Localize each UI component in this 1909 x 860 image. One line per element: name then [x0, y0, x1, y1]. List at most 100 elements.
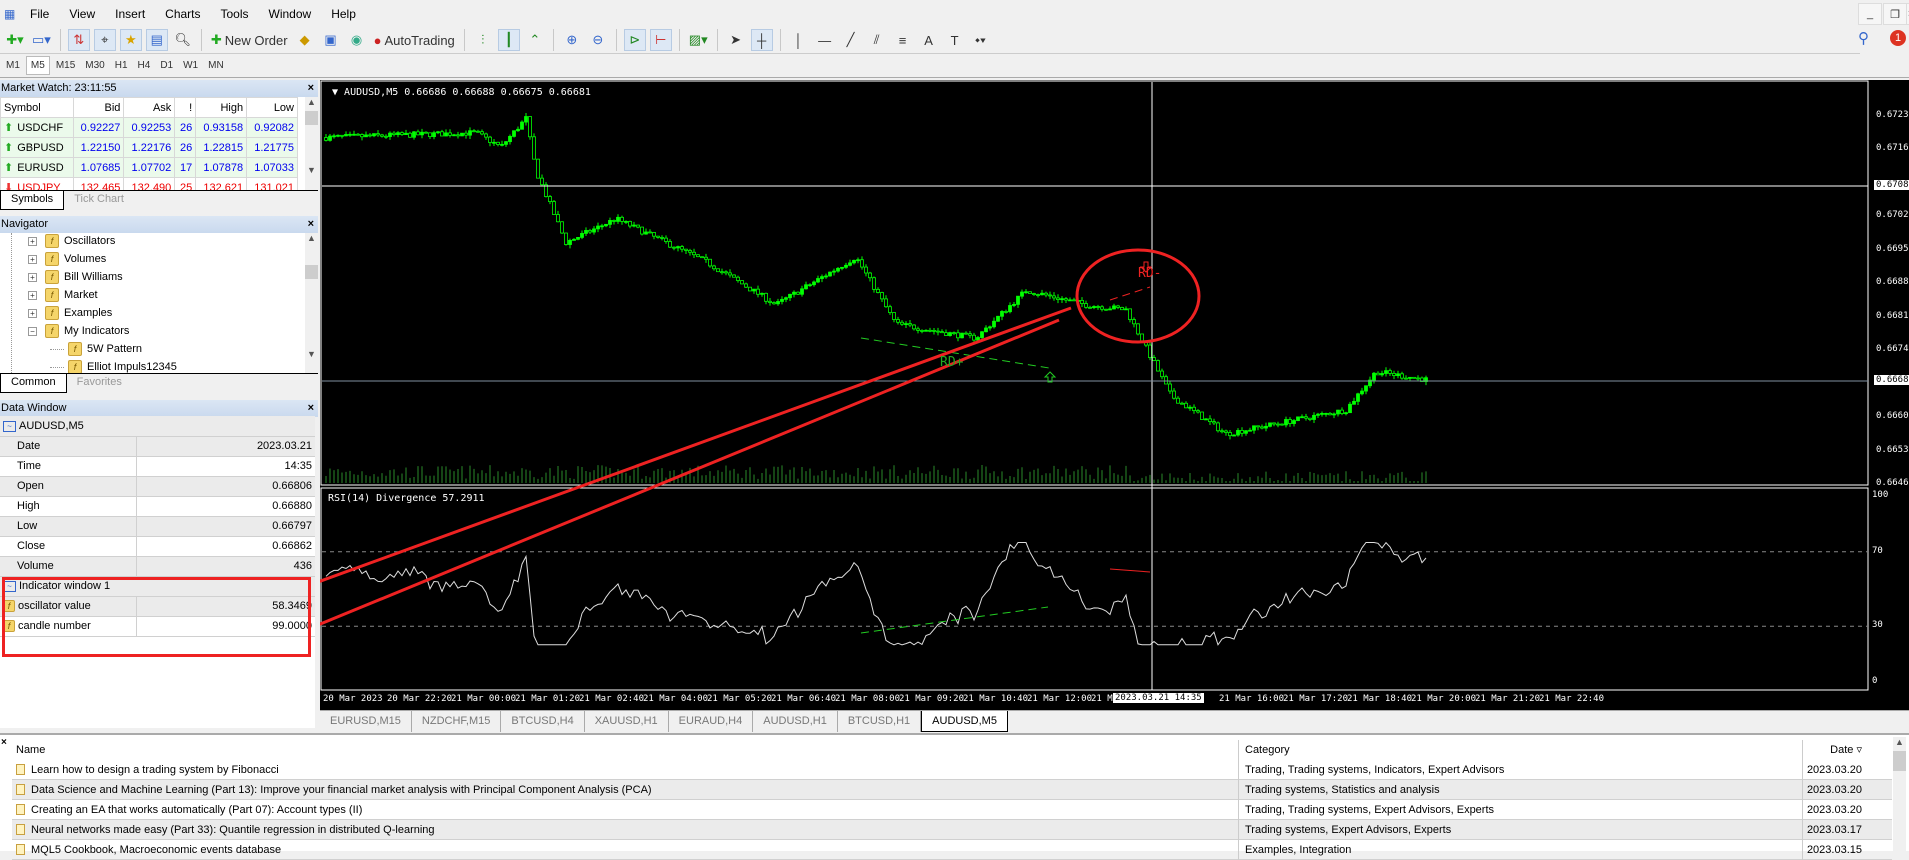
column-date[interactable]: Date ▿	[1802, 740, 1862, 760]
market-watch-row[interactable]: ⬇ USDJPY 132.465 132.490 25 132.621 131.021	[0, 177, 298, 190]
autotrading-button[interactable]: ● AutoTrading	[372, 29, 457, 51]
terminal-icon[interactable]: ▤	[145, 29, 168, 51]
chart-canvas[interactable]	[320, 80, 1909, 710]
market-watch-row[interactable]: ⬆ EURUSD 1.07685 1.07702 17 1.07878 1.07033	[0, 157, 298, 178]
menu-help[interactable]: Help	[321, 7, 366, 21]
minimize-button[interactable]: _	[1858, 3, 1882, 25]
navigator-item[interactable]: + f Oscillators	[28, 233, 115, 250]
shapes-icon[interactable]: ⬩▾	[970, 29, 992, 51]
metaeditor-icon[interactable]: ◆	[294, 29, 316, 51]
equidistant-channel-icon[interactable]: ⫽	[866, 29, 888, 51]
text-label-icon[interactable]: T	[944, 29, 966, 51]
close-icon[interactable]: ×	[308, 400, 314, 417]
timeframe-m1[interactable]: M1	[2, 57, 24, 74]
auto-scroll-icon[interactable]: ⊳	[623, 29, 646, 51]
timeframe-w1[interactable]: W1	[179, 57, 202, 74]
zoom-out-icon[interactable]: ⊖	[587, 29, 609, 51]
menu-tools[interactable]: Tools	[211, 7, 259, 21]
vertical-line-icon[interactable]: │	[788, 29, 810, 51]
navigator-item[interactable]: + f Bill Williams	[28, 268, 123, 286]
close-icon[interactable]: ×	[308, 216, 314, 233]
restore-button[interactable]: ❐	[1883, 3, 1907, 25]
zoom-in-icon[interactable]: ⊕	[561, 29, 583, 51]
market-watch-row[interactable]: ⬆ USDCHF 0.92227 0.92253 26 0.93158 0.92082	[0, 117, 298, 138]
chart-tab[interactable]: EURAUD,H4	[669, 711, 754, 732]
column-header[interactable]: High	[195, 97, 248, 118]
timeframe-mn[interactable]: MN	[204, 57, 228, 74]
article-row[interactable]: Neural networks made easy (Part 33): Qua…	[12, 819, 1892, 840]
new-chart-icon[interactable]: ✚▾	[4, 29, 26, 51]
collapse-icon[interactable]: −	[28, 326, 37, 336]
data-window-icon[interactable]: ⌖	[93, 29, 116, 51]
market-watch-icon[interactable]: ⇅	[67, 29, 90, 51]
column-category[interactable]: Category	[1238, 740, 1290, 760]
indicators-icon[interactable]: ▨▾	[687, 29, 710, 51]
text-icon[interactable]: A	[918, 29, 940, 51]
crosshair-icon[interactable]: ┼	[750, 29, 773, 51]
articles-scrollbar[interactable]: ▲	[1893, 737, 1906, 851]
chart-tab[interactable]: BTCUSD,H1	[838, 711, 922, 732]
expand-icon[interactable]: +	[28, 290, 37, 300]
expand-icon[interactable]: +	[28, 236, 37, 246]
tab-symbols[interactable]: Symbols	[0, 191, 65, 210]
article-row[interactable]: MQL5 Cookbook, Macroeconomic events data…	[12, 839, 1892, 860]
timeframe-m15[interactable]: M15	[52, 57, 79, 74]
column-header[interactable]: Low	[246, 97, 298, 118]
timeframe-d1[interactable]: D1	[156, 57, 177, 74]
chart-tab[interactable]: AUDUSD,M5	[921, 711, 1008, 732]
chart-tab[interactable]: BTCUSD,H4	[501, 711, 585, 732]
navigator-item[interactable]: f 5W Pattern	[50, 340, 142, 358]
article-row[interactable]: Data Science and Machine Learning (Part …	[12, 779, 1892, 800]
signals-icon[interactable]: ◉	[346, 29, 368, 51]
column-header[interactable]: !	[174, 97, 197, 118]
chart-tab[interactable]: EURUSD,M15	[320, 711, 412, 732]
chart-window[interactable]: ▼ AUDUSD,M5 0.66686 0.66688 0.66675 0.66…	[320, 80, 1909, 710]
vps-icon[interactable]: ▣	[320, 29, 342, 51]
column-header[interactable]: Ask	[123, 97, 176, 118]
new-order-button[interactable]: ✚ New Order	[209, 29, 290, 51]
profiles-icon[interactable]: ▭▾	[30, 29, 53, 51]
expand-icon[interactable]: +	[28, 254, 37, 264]
trendline-icon[interactable]: ╱	[840, 29, 862, 51]
navigator-item[interactable]: + f Examples	[28, 304, 112, 322]
tab-tick-chart[interactable]: Tick Chart	[64, 191, 134, 210]
line-chart-icon[interactable]: ⌃	[524, 29, 546, 51]
timeframe-h4[interactable]: H4	[134, 57, 155, 74]
fibonacci-icon[interactable]: ≡	[892, 29, 914, 51]
menu-window[interactable]: Window	[259, 7, 322, 21]
menu-charts[interactable]: Charts	[155, 7, 210, 21]
search-icon[interactable]: ⚲	[1858, 29, 1869, 47]
strategy-tester-icon[interactable]: 🔍︎	[172, 29, 194, 51]
timeframe-h1[interactable]: H1	[111, 57, 132, 74]
horizontal-line-icon[interactable]: —	[814, 29, 836, 51]
navigator-icon[interactable]: ★	[119, 29, 142, 51]
menu-insert[interactable]: Insert	[105, 7, 155, 21]
chart-tab[interactable]: XAUUSD,H1	[585, 711, 669, 732]
navigator-item[interactable]: − f My Indicators	[28, 322, 129, 340]
column-header[interactable]: Bid	[72, 97, 125, 118]
menu-file[interactable]: File	[20, 7, 59, 21]
tab-favorites[interactable]: Favorites	[67, 374, 132, 393]
close-icon[interactable]: ×	[308, 80, 314, 97]
timeframe-m30[interactable]: M30	[81, 57, 108, 74]
candlestick-icon[interactable]: ┃	[497, 29, 520, 51]
article-row[interactable]: Creating an EA that works automatically …	[12, 799, 1892, 820]
market-watch-row[interactable]: ⬆ GBPUSD 1.22150 1.22176 26 1.22815 1.21775	[0, 137, 298, 158]
chart-shift-icon[interactable]: ⊢	[649, 29, 672, 51]
navigator-item[interactable]: + f Volumes	[28, 250, 106, 268]
cursor-icon[interactable]: ➤	[725, 29, 747, 51]
close-icon[interactable]: ×	[1, 737, 7, 748]
market-watch-scrollbar[interactable]: ▲ ▼	[305, 97, 318, 190]
article-row[interactable]: Learn how to design a trading system by …	[12, 759, 1892, 780]
timeframe-m5[interactable]: M5	[25, 56, 50, 75]
navigator-item[interactable]: f Elliot Impuls12345	[50, 358, 177, 373]
bar-chart-icon[interactable]: ⫶	[472, 29, 494, 51]
chart-tab[interactable]: NZDCHF,M15	[412, 711, 502, 732]
navigator-scrollbar[interactable]: ▲ ▼	[305, 233, 318, 373]
navigator-item[interactable]: + f Market	[28, 286, 98, 304]
column-header[interactable]: Symbol	[0, 97, 74, 118]
column-name[interactable]: Name	[16, 744, 45, 756]
menu-view[interactable]: View	[59, 7, 105, 21]
chart-tab[interactable]: AUDUSD,H1	[753, 711, 838, 732]
expand-icon[interactable]: +	[28, 308, 37, 318]
